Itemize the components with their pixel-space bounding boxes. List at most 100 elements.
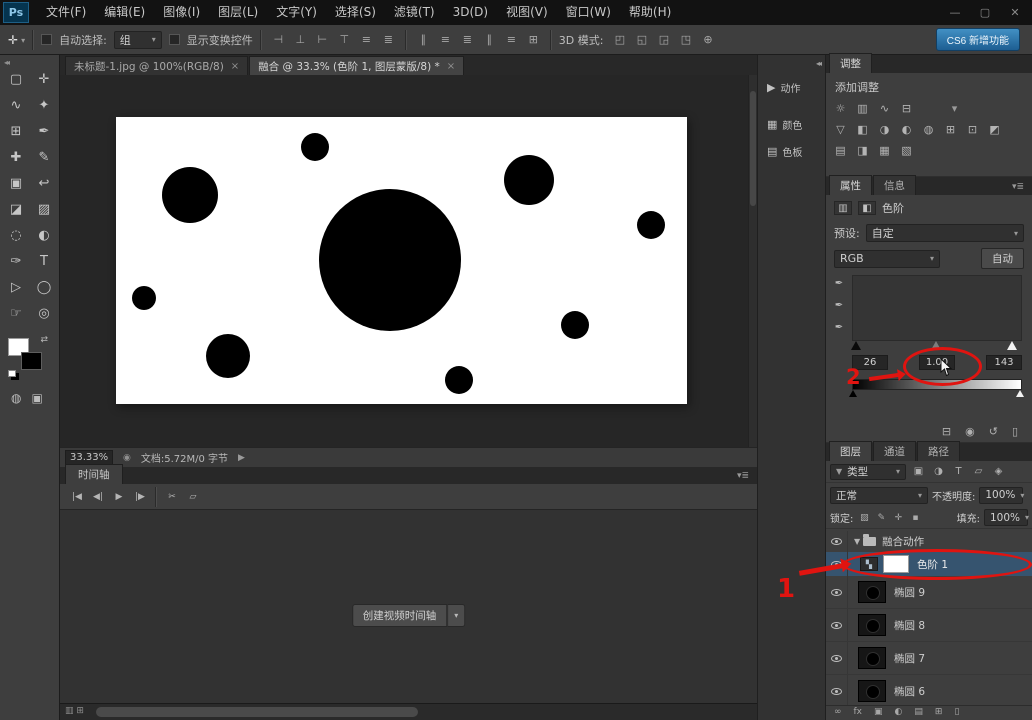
blur-tool[interactable]: ◌: [5, 227, 27, 243]
auto-levels-button[interactable]: 自动: [981, 248, 1024, 269]
posterize-icon[interactable]: ▤: [832, 143, 849, 158]
distribute-bottom-icon[interactable]: ≣: [458, 30, 477, 49]
gradient-tool[interactable]: ▨: [33, 201, 55, 217]
eyedropper-tool[interactable]: ✒: [33, 123, 55, 139]
opacity-dropdown[interactable]: 100%: [979, 487, 1023, 504]
rectangular-marquee-tool[interactable]: ▢: [5, 71, 27, 87]
menu-select[interactable]: 选择(S): [326, 0, 385, 25]
auto-select-checkbox[interactable]: [41, 34, 52, 45]
distribute-top-icon[interactable]: ∥: [414, 30, 433, 49]
menu-view[interactable]: 视图(V): [497, 0, 557, 25]
tab-adjustments[interactable]: 调整: [829, 53, 872, 73]
layer-group-row[interactable]: 融合动作: [826, 531, 1032, 552]
menu-image[interactable]: 图像(I): [154, 0, 209, 25]
layer-row[interactable]: 椭圆 6: [826, 675, 1032, 705]
delete-layer-icon[interactable]: ▯: [954, 707, 959, 717]
reset-icon[interactable]: ↺: [989, 425, 998, 438]
timeline-type-dropdown[interactable]: [447, 604, 465, 627]
tab-properties[interactable]: 属性: [829, 175, 872, 195]
white-point-eyedropper-icon[interactable]: ✒: [832, 321, 846, 334]
default-colors-icon[interactable]: [8, 370, 16, 377]
go-to-first-frame-button[interactable]: |◀: [68, 488, 86, 506]
layer-visibility-toggle[interactable]: [826, 609, 848, 641]
layer-name[interactable]: 椭圆 9: [894, 585, 925, 600]
hue-saturation-icon[interactable]: ◧: [854, 122, 871, 137]
new-layer-icon[interactable]: ⊞: [935, 707, 943, 717]
layer-row-selected[interactable]: ▚ 色阶 1: [826, 552, 1032, 576]
tab-channels[interactable]: 通道: [873, 441, 916, 461]
panel-menu-icon[interactable]: [1012, 182, 1024, 192]
filter-type-layers-icon[interactable]: T: [950, 464, 967, 480]
menu-window[interactable]: 窗口(W): [557, 0, 620, 25]
layer-thumbnail[interactable]: [858, 614, 886, 636]
delete-adjustment-icon[interactable]: ▯: [1012, 425, 1018, 438]
pen-tool[interactable]: ✑: [5, 253, 27, 269]
midtone-input-slider[interactable]: [931, 341, 941, 350]
tool-preset-dropdown[interactable]: ✛: [8, 33, 25, 47]
close-icon[interactable]: ×: [231, 61, 239, 72]
layer-visibility-toggle[interactable]: [826, 675, 848, 705]
layer-visibility-toggle[interactable]: [826, 531, 848, 552]
healing-brush-tool[interactable]: ✚: [5, 149, 27, 165]
lock-transparency-icon[interactable]: ▨: [857, 511, 871, 525]
layer-styles-icon[interactable]: fx: [854, 707, 863, 717]
3d-drag-icon[interactable]: ◲: [654, 30, 673, 49]
fill-dropdown[interactable]: 100%: [984, 509, 1028, 526]
layer-thumbnail[interactable]: [858, 581, 886, 603]
layer-row[interactable]: 椭圆 9: [826, 576, 1032, 609]
lock-all-icon[interactable]: ▪: [908, 511, 922, 525]
auto-select-type-dropdown[interactable]: 组: [114, 31, 162, 49]
layer-thumbnail[interactable]: [858, 680, 886, 702]
vibrance-icon[interactable]: ▽: [832, 122, 849, 137]
lock-image-icon[interactable]: ✎: [874, 511, 888, 525]
layer-visibility-toggle[interactable]: [826, 552, 848, 576]
shadow-input-slider[interactable]: [851, 341, 861, 350]
align-top-edges-icon[interactable]: ⊤: [335, 30, 354, 49]
menu-filter[interactable]: 滤镜(T): [385, 0, 444, 25]
lock-position-icon[interactable]: ✛: [891, 511, 905, 525]
menu-file[interactable]: 文件(F): [37, 0, 95, 25]
highlight-input-slider[interactable]: [1007, 341, 1017, 350]
shadow-input-field[interactable]: 26: [852, 355, 888, 370]
filter-smart-objects-icon[interactable]: ◈: [990, 464, 1007, 480]
threshold-icon[interactable]: ◨: [854, 143, 871, 158]
new-group-icon[interactable]: ▤: [914, 707, 923, 717]
document-tab[interactable]: 未标题-1.jpg @ 100%(RGB/8) ×: [65, 56, 248, 75]
menu-layer[interactable]: 图层(L): [209, 0, 267, 25]
menu-3d[interactable]: 3D(D): [444, 0, 497, 25]
3d-scale-icon[interactable]: ⊕: [698, 30, 717, 49]
menu-type[interactable]: 文字(Y): [267, 0, 326, 25]
close-icon[interactable]: ×: [447, 61, 455, 72]
distribute-horizontal-icon[interactable]: ≡: [502, 30, 521, 49]
show-transform-checkbox[interactable]: [169, 34, 180, 45]
zoom-level-field[interactable]: 33.33%: [65, 450, 113, 465]
quick-mask-mode-icon[interactable]: ◍: [11, 391, 21, 405]
dock-color-panel[interactable]: ▦ 颜色: [765, 114, 821, 135]
layer-name[interactable]: 椭圆 7: [894, 651, 925, 666]
collapse-tools-icon[interactable]: [4, 58, 8, 67]
document-tab-active[interactable]: 融合 @ 33.3% (色阶 1, 图层蒙版/8) * ×: [249, 56, 464, 75]
split-at-playhead-button[interactable]: ✂: [163, 488, 181, 506]
black-white-icon[interactable]: ◐: [898, 122, 915, 137]
type-tool[interactable]: T: [33, 253, 55, 269]
previous-frame-button[interactable]: ◀|: [89, 488, 107, 506]
close-button[interactable]: ✕: [1000, 0, 1030, 25]
timeline-zoom-icons[interactable]: ▥ ⊞: [65, 706, 84, 716]
black-point-eyedropper-icon[interactable]: ✒: [832, 277, 846, 290]
brightness-contrast-icon[interactable]: ☼: [832, 101, 849, 116]
distribute-vertical-icon[interactable]: ≡: [436, 30, 455, 49]
curves-icon[interactable]: ∿: [876, 101, 893, 116]
hand-tool[interactable]: ☞: [5, 305, 27, 321]
screen-mode-icon[interactable]: ▣: [31, 391, 42, 405]
tab-timeline[interactable]: 时间轴: [65, 464, 123, 484]
move-tool[interactable]: ✛: [33, 71, 55, 87]
path-selection-tool[interactable]: ▷: [5, 279, 27, 295]
history-brush-tool[interactable]: ↩: [33, 175, 55, 191]
horizontal-scrollbar[interactable]: [96, 707, 418, 717]
panel-menu-icon[interactable]: [737, 471, 749, 481]
menu-help[interactable]: 帮助(H): [620, 0, 680, 25]
blend-mode-dropdown[interactable]: 正常: [830, 487, 928, 504]
exposure-icon[interactable]: ⊟: [898, 101, 915, 116]
play-button[interactable]: ▶: [110, 488, 128, 506]
color-balance-icon[interactable]: ◑: [876, 122, 893, 137]
